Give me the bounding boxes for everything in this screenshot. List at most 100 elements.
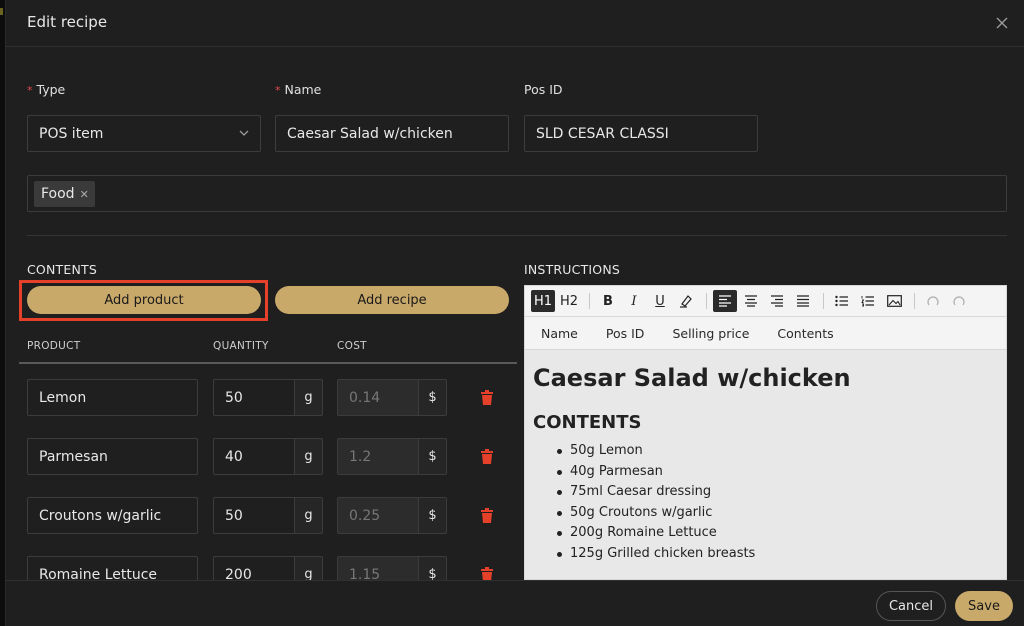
tag-chip: Food ✕ — [34, 181, 95, 207]
tab-pos-id[interactable]: Pos ID — [606, 326, 645, 341]
highlight-box — [19, 280, 268, 321]
cost-input: 1.2 — [337, 438, 418, 475]
required-marker: * — [27, 84, 33, 97]
heading2-button[interactable]: H2 — [557, 290, 581, 312]
list-item: 40g Parmesan — [557, 464, 1006, 485]
trash-icon[interactable] — [480, 449, 494, 464]
save-button[interactable]: Save — [955, 591, 1013, 621]
tags-input[interactable]: Food ✕ — [27, 175, 1007, 212]
name-input[interactable]: Caesar Salad w/chicken — [275, 115, 509, 152]
currency-addon: $ — [418, 438, 447, 475]
unit-addon: g — [294, 438, 323, 475]
name-label: * Name — [275, 82, 321, 97]
undo-button[interactable] — [921, 290, 945, 312]
type-select[interactable]: POS item — [27, 115, 261, 152]
instructions-title: INSTRUCTIONS — [524, 262, 621, 277]
cost-input: 0.14 — [337, 379, 418, 416]
chevron-down-icon — [239, 130, 249, 136]
add-recipe-button[interactable]: Add recipe — [275, 286, 509, 314]
align-right-button[interactable] — [765, 290, 789, 312]
highlight-button[interactable] — [674, 290, 698, 312]
dialog-header: Edit recipe — [6, 0, 1024, 47]
type-label-text: Type — [36, 82, 66, 97]
instructions-heading: Caesar Salad w/chicken — [533, 364, 851, 392]
type-label: * Type — [27, 82, 65, 97]
align-center-button[interactable] — [739, 290, 763, 312]
bullet-list-icon — [835, 295, 848, 307]
dialog-footer: Cancel Save — [6, 580, 1024, 626]
pos-id-input[interactable]: SLD CESAR CLASSI — [524, 115, 758, 152]
cost-input: 0.25 — [337, 497, 418, 534]
table-header-divider — [19, 362, 517, 364]
redo-button[interactable] — [947, 290, 971, 312]
currency-addon: $ — [418, 497, 447, 534]
product-input[interactable]: Parmesan — [27, 438, 198, 475]
list-item: 200g Romaine Lettuce — [557, 525, 1006, 546]
bullet-list-button[interactable] — [830, 290, 854, 312]
ordered-list-button[interactable] — [856, 290, 880, 312]
name-label-text: Name — [284, 82, 322, 97]
required-marker: * — [275, 84, 281, 97]
remove-tag-icon[interactable]: ✕ — [80, 188, 89, 201]
column-header-quantity: QUANTITY — [213, 340, 269, 352]
italic-button[interactable]: I — [622, 290, 646, 312]
type-select-value: POS item — [39, 125, 104, 142]
contents-title: CONTENTS — [27, 262, 97, 277]
quantity-input[interactable]: 50 — [213, 497, 294, 534]
instructions-editor[interactable]: Caesar Salad w/chicken CONTENTS 50g Lemo… — [524, 350, 1007, 580]
background-marker — [0, 8, 3, 15]
unit-addon: g — [294, 379, 323, 416]
close-icon — [996, 17, 1008, 29]
cancel-button[interactable]: Cancel — [876, 591, 946, 621]
dialog-title: Edit recipe — [27, 13, 108, 31]
undo-icon — [927, 296, 939, 306]
instructions-subheading: CONTENTS — [533, 412, 642, 433]
list-item: 75ml Caesar dressing — [557, 484, 1006, 505]
align-center-icon — [745, 295, 757, 307]
align-justify-button[interactable] — [791, 290, 815, 312]
tab-contents[interactable]: Contents — [777, 326, 833, 341]
bold-button[interactable]: B — [596, 290, 620, 312]
table-row: Croutons w/garlic 50 g 0.25 $ — [6, 497, 516, 535]
table-row: Parmesan 40 g 1.2 $ — [6, 438, 516, 476]
close-button[interactable] — [991, 12, 1013, 34]
image-icon — [886, 295, 902, 307]
edit-recipe-dialog: Edit recipe * Type POS item * Name Caesar … — [5, 0, 1024, 626]
heading1-button[interactable]: H1 — [531, 290, 555, 312]
redo-icon — [953, 296, 965, 306]
trash-icon[interactable] — [480, 390, 494, 405]
underline-button[interactable]: U — [648, 290, 672, 312]
section-divider — [27, 235, 1007, 236]
quantity-input[interactable]: 50 — [213, 379, 294, 416]
product-input[interactable]: Croutons w/garlic — [27, 497, 198, 534]
table-row: Lemon 50 g 0.14 $ — [6, 379, 516, 417]
align-right-icon — [771, 295, 783, 307]
column-header-product: PRODUCT — [27, 340, 81, 352]
toolbar-separator — [589, 293, 590, 309]
quantity-input[interactable]: 40 — [213, 438, 294, 475]
toolbar-separator — [823, 293, 824, 309]
trash-icon[interactable] — [480, 508, 494, 523]
align-left-icon — [719, 295, 731, 307]
align-left-button[interactable] — [713, 290, 737, 312]
list-item: 50g Croutons w/garlic — [557, 505, 1006, 526]
tab-selling-price[interactable]: Selling price — [672, 326, 749, 341]
column-header-cost: COST — [337, 340, 367, 352]
highlighter-icon — [680, 295, 692, 308]
insert-image-button[interactable] — [882, 290, 906, 312]
ordered-list-icon — [861, 296, 874, 307]
instructions-list: 50g Lemon 40g Parmesan 75ml Caesar dress… — [533, 443, 1006, 566]
pos-id-label: Pos ID — [524, 82, 563, 97]
placeholder-tabs: Name Pos ID Selling price Contents — [524, 316, 1007, 350]
unit-addon: g — [294, 497, 323, 534]
list-item: 125g Grilled chicken breasts — [557, 546, 1006, 567]
tag-label: Food — [41, 186, 75, 202]
toolbar-separator — [706, 293, 707, 309]
currency-addon: $ — [418, 379, 447, 416]
align-justify-icon — [797, 295, 809, 307]
toolbar-separator — [914, 293, 915, 309]
list-item: 50g Lemon — [557, 443, 1006, 464]
tab-name[interactable]: Name — [541, 326, 578, 341]
product-input[interactable]: Lemon — [27, 379, 198, 416]
editor-toolbar: H1 H2 B I U — [524, 285, 1007, 316]
